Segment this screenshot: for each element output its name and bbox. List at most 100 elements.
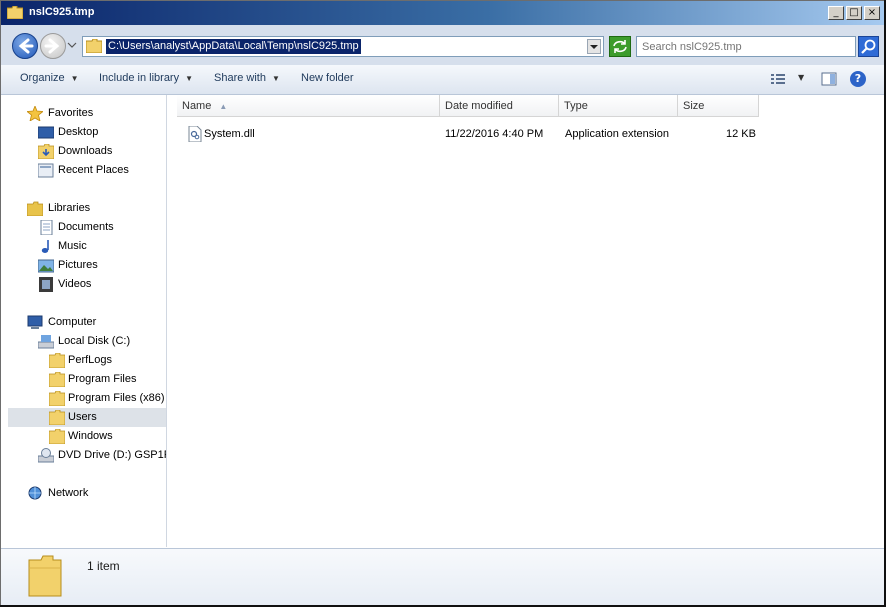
nav-network[interactable]: Network	[8, 484, 166, 503]
column-header-date-modified[interactable]: Date modified	[440, 95, 559, 117]
nav-music[interactable]: Music	[8, 237, 166, 256]
nav-pictures[interactable]: Pictures	[8, 256, 166, 275]
navigation-pane: Favorites Desktop Downloads Recent Place…	[8, 95, 167, 547]
file-type: Application extension	[565, 128, 669, 140]
nav-videos-label: Videos	[58, 278, 92, 290]
search-icon	[861, 39, 876, 54]
folder-icon	[49, 391, 65, 406]
new-folder-label: New folder	[301, 72, 354, 84]
organize-menu[interactable]: Organize ▼	[20, 72, 79, 84]
nav-local-disk-label: Local Disk (C:)	[58, 335, 131, 347]
include-in-library-menu[interactable]: Include in library ▼	[99, 72, 193, 84]
pictures-icon	[38, 259, 54, 273]
folder-icon	[86, 39, 102, 53]
search-input[interactable]	[642, 39, 847, 54]
column-header-size[interactable]: Size	[678, 95, 759, 117]
documents-icon	[40, 220, 53, 235]
address-dropdown-button[interactable]	[587, 39, 601, 54]
column-size-label: Size	[683, 100, 705, 112]
file-name: System.dll	[204, 128, 255, 140]
column-type-label: Type	[564, 100, 588, 112]
search-field[interactable]	[636, 36, 856, 57]
nav-pictures-label: Pictures	[58, 259, 98, 271]
title-bar[interactable]: nslC925.tmp _ □ ×	[1, 1, 885, 25]
include-in-library-label: Include in library	[99, 72, 180, 84]
help-icon[interactable]: ?	[850, 71, 866, 87]
close-button[interactable]: ×	[864, 6, 880, 20]
window-title: nslC925.tmp	[29, 6, 95, 18]
chevron-down-icon: ▼	[271, 74, 280, 83]
item-count: 1 item	[87, 559, 120, 573]
nav-perflogs[interactable]: PerfLogs	[8, 351, 166, 370]
new-folder-button[interactable]: New folder	[301, 72, 354, 84]
maximize-button[interactable]: □	[846, 6, 862, 20]
refresh-button[interactable]	[609, 36, 631, 57]
column-date-modified-label: Date modified	[445, 100, 513, 112]
nav-desktop-label: Desktop	[58, 126, 99, 138]
nav-desktop[interactable]: Desktop	[8, 123, 166, 142]
folder-icon	[7, 6, 23, 19]
share-with-menu[interactable]: Share with ▼	[214, 72, 280, 84]
desktop-icon	[38, 126, 54, 139]
nav-local-disk[interactable]: Local Disk (C:)	[8, 332, 166, 351]
network-icon	[28, 486, 42, 500]
minimize-button[interactable]: _	[828, 6, 844, 20]
nav-computer[interactable]: Computer	[8, 313, 166, 332]
music-icon	[41, 240, 49, 253]
folder-icon	[49, 429, 65, 444]
dvd-drive-icon	[38, 448, 54, 463]
downloads-folder-icon	[38, 144, 54, 159]
nav-favorites[interactable]: Favorites	[8, 104, 166, 123]
nav-windows[interactable]: Windows	[8, 427, 166, 446]
file-row[interactable]: System.dll 11/22/2016 4:40 PM Applicatio…	[167, 124, 881, 144]
views-icon[interactable]	[771, 73, 785, 85]
address-field[interactable]: C:\Users\analyst\AppData\Local\Temp\nslC…	[82, 36, 604, 57]
nav-downloads-label: Downloads	[58, 145, 113, 157]
file-size: 12 KB	[726, 128, 756, 140]
nav-libraries-label: Libraries	[48, 202, 91, 214]
nav-windows-label: Windows	[68, 430, 113, 442]
nav-perflogs-label: PerfLogs	[68, 354, 113, 366]
forward-button[interactable]	[40, 33, 66, 59]
nav-users-label: Users	[68, 411, 97, 423]
column-header-type[interactable]: Type	[559, 95, 678, 117]
nav-recent-places[interactable]: Recent Places	[8, 161, 166, 180]
recent-pages-dropdown[interactable]	[67, 39, 77, 51]
computer-icon	[27, 315, 43, 329]
address-toolbar: C:\Users\analyst\AppData\Local\Temp\nslC…	[1, 25, 885, 65]
nav-documents-label: Documents	[58, 221, 114, 233]
chevron-down-icon	[590, 45, 598, 49]
forward-arrow-icon	[44, 38, 60, 54]
videos-icon	[39, 277, 53, 292]
nav-dvd-drive[interactable]: DVD Drive (D:) GSP1RI	[8, 446, 166, 465]
dll-file-icon	[188, 126, 202, 142]
back-arrow-icon	[18, 38, 34, 54]
views-dropdown-icon[interactable]: ▼	[798, 73, 804, 82]
nav-program-files-x86-label: Program Files (x86)	[68, 392, 165, 404]
libraries-icon	[27, 201, 43, 216]
folder-icon	[49, 410, 65, 425]
nav-music-label: Music	[58, 240, 87, 252]
address-path[interactable]: C:\Users\analyst\AppData\Local\Temp\nslC…	[106, 39, 361, 54]
organize-label: Organize	[20, 72, 65, 84]
file-list-pane: Name ▲ Date modified Type Size System.dll…	[167, 95, 881, 547]
folder-icon	[49, 353, 65, 368]
nav-documents[interactable]: Documents	[8, 218, 166, 237]
nav-videos[interactable]: Videos	[8, 275, 166, 294]
preview-pane-icon[interactable]	[821, 71, 837, 87]
nav-program-files-x86[interactable]: Program Files (x86)	[8, 389, 166, 408]
column-name-label: Name	[182, 100, 212, 112]
search-button[interactable]	[858, 36, 879, 57]
refresh-icon	[613, 40, 627, 53]
back-button[interactable]	[12, 33, 38, 59]
nav-program-files[interactable]: Program Files	[8, 370, 166, 389]
recent-places-icon	[38, 163, 54, 178]
nav-downloads[interactable]: Downloads	[8, 142, 166, 161]
nav-libraries[interactable]: Libraries	[8, 199, 166, 218]
nav-users[interactable]: Users	[8, 408, 166, 427]
sort-ascending-icon: ▲	[219, 102, 228, 111]
nav-favorites-label: Favorites	[48, 107, 94, 119]
column-header-name[interactable]: Name ▲	[177, 95, 440, 117]
nav-network-label: Network	[48, 487, 89, 499]
nav-computer-label: Computer	[48, 316, 97, 328]
